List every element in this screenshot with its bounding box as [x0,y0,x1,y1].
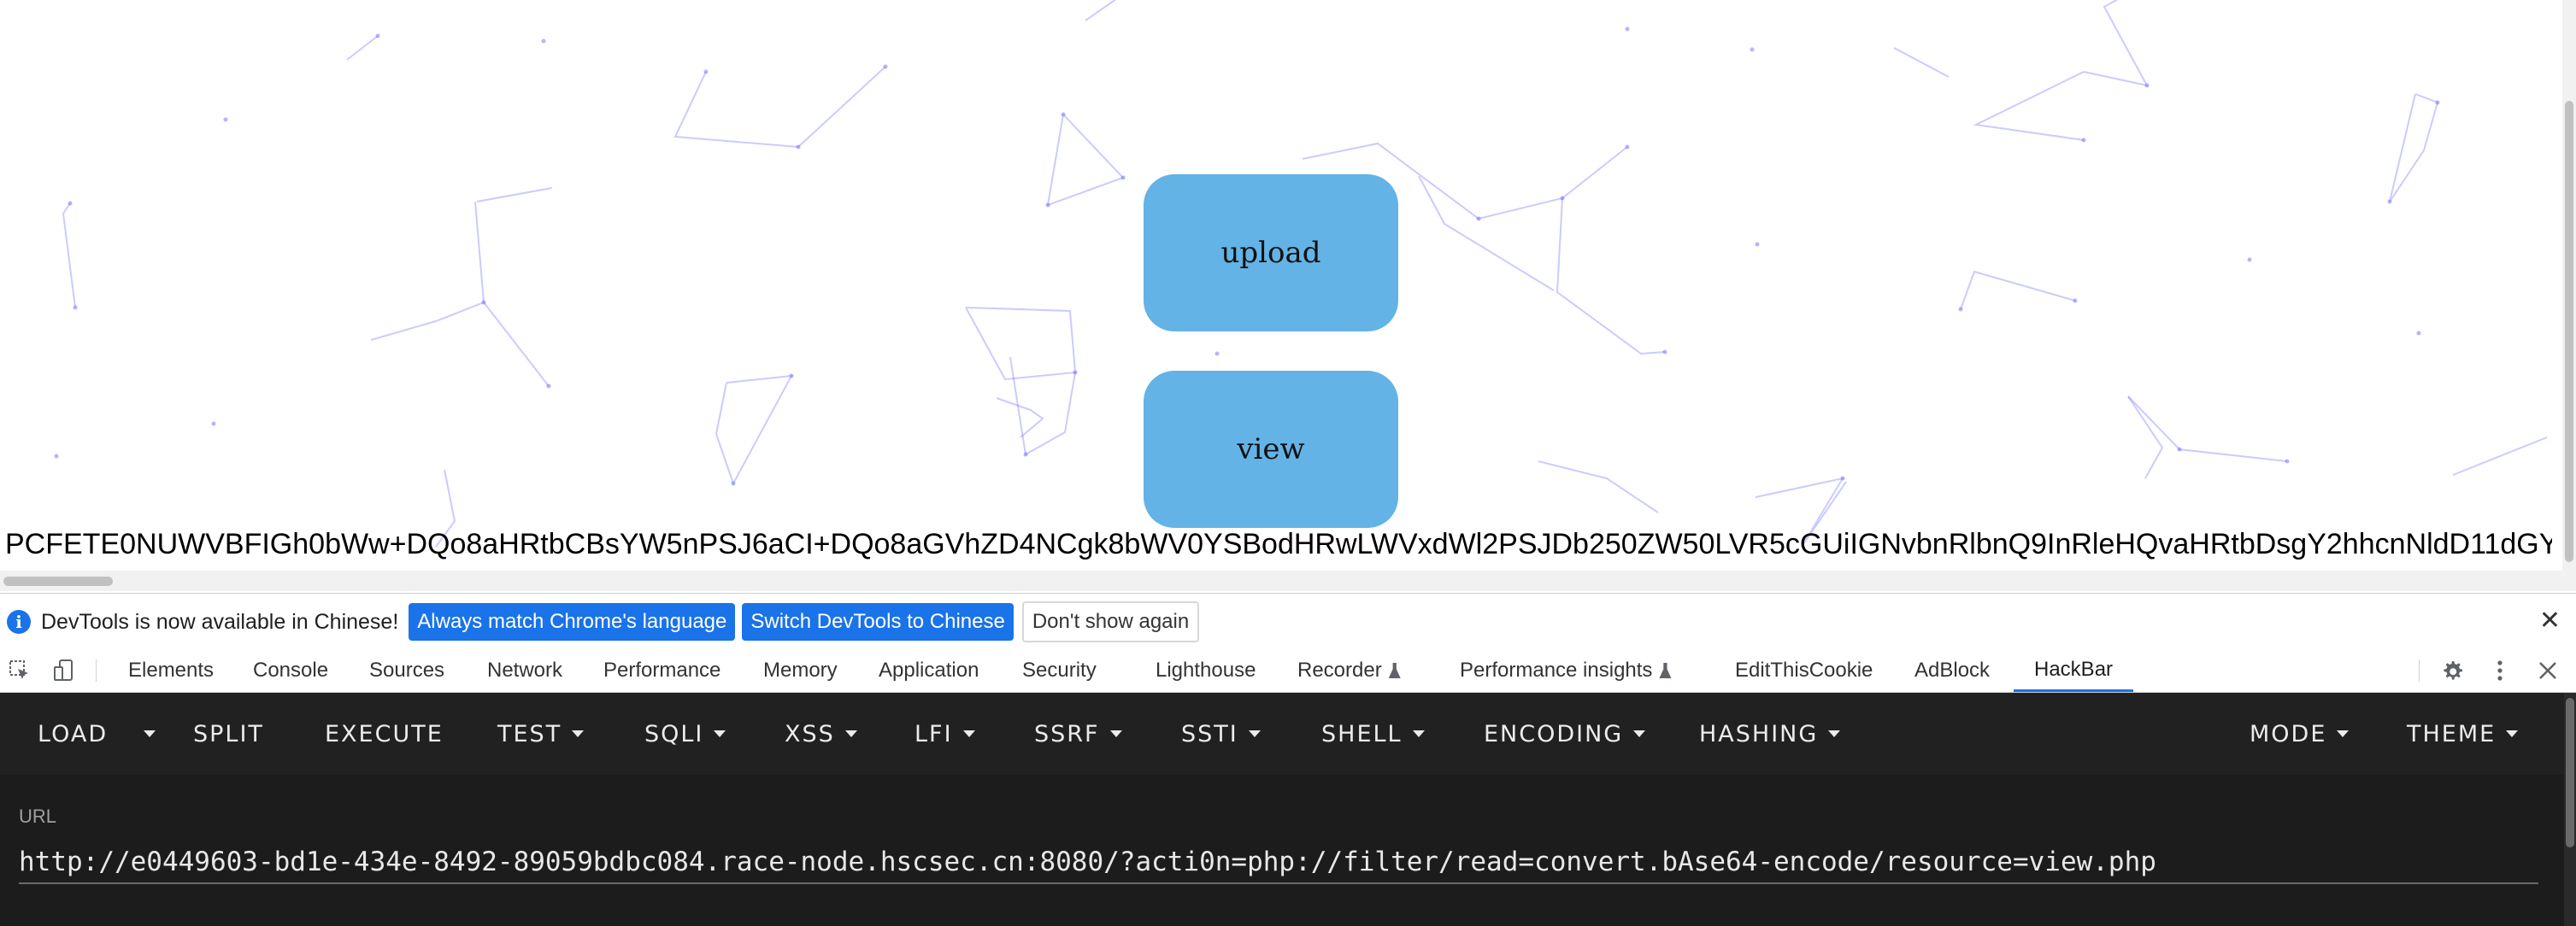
load-dropdown-toggle[interactable] [137,693,156,775]
caret-down-icon [1828,730,1841,737]
sqli-menu[interactable]: SQLI [644,693,726,775]
tab-memory[interactable]: Memory [763,649,838,692]
vertical-scrollbar[interactable] [2562,0,2576,591]
caret-down-icon [1633,730,1646,737]
execute-button[interactable]: EXECUTE [325,693,444,775]
vertical-scrollbar-thumb[interactable] [2565,101,2573,562]
caret-down-icon [844,730,857,737]
caret-down-icon [962,730,975,737]
horizontal-scrollbar-thumb[interactable] [3,577,113,586]
upload-button[interactable]: upload [1144,174,1398,331]
toolbar-divider [2419,659,2420,682]
tab-lighthouse[interactable]: Lighthouse [1156,649,1256,692]
test-menu-label: TEST [497,720,562,747]
gear-icon[interactable] [2441,659,2463,682]
infobar-message: DevTools is now available in Chinese! [41,609,399,634]
tab-recorder[interactable]: Recorder [1297,649,1401,692]
encoding-menu[interactable]: ENCODING [1484,693,1646,775]
device-toolbar-icon[interactable] [53,659,75,682]
ssrf-menu[interactable]: SSRF [1034,693,1122,775]
url-input[interactable]: http://e0449603-bd1e-434e-8492-89059bdbc… [19,847,2156,877]
caret-down-icon [144,730,156,737]
shell-menu-label: SHELL [1321,720,1403,747]
test-menu[interactable]: TEST [497,693,585,775]
devtools-language-infobar: i DevTools is now available in Chinese! … [0,593,2576,651]
lfi-menu[interactable]: LFI [915,693,975,775]
lfi-menu-label: LFI [915,720,953,747]
hackbar-toolbar: LOAD SPLIT EXECUTE TEST SQLI XSS LFI SSR… [0,693,2564,775]
caret-down-icon [714,730,726,737]
split-button[interactable]: SPLIT [193,693,264,775]
theme-menu[interactable]: THEME [2407,693,2519,775]
load-button[interactable]: LOAD [38,693,108,775]
hackbar-vertical-scrollbar[interactable] [2564,693,2576,926]
inspect-element-icon[interactable] [9,659,31,682]
tab-recorder-label: Recorder [1297,659,1382,682]
tab-performance-insights-label: Performance insights [1460,659,1653,682]
switch-to-chinese-button[interactable]: Switch DevTools to Chinese [742,603,1014,641]
tab-sources[interactable]: Sources [369,649,444,692]
hackbar-url-panel: URL http://e0449603-bd1e-434e-8492-89059… [0,775,2564,926]
mode-menu-label: MODE [2250,720,2327,747]
caret-down-icon [1412,730,1425,737]
tab-elements[interactable]: Elements [128,649,214,692]
xss-menu-label: XSS [785,720,835,747]
tab-console[interactable]: Console [253,649,328,692]
tab-hackbar[interactable]: HackBar [2014,649,2134,692]
url-input-underline [19,882,2538,884]
tab-application[interactable]: Application [879,649,979,692]
encoding-menu-label: ENCODING [1484,720,1624,747]
caret-down-icon [572,730,585,737]
base64-output-text: PCFETE0NUWVBFIGh0bWw+DQo8aHRtbCBsYW5nPSJ… [5,528,2552,560]
mode-menu[interactable]: MODE [2250,693,2350,775]
url-field-label: URL [19,806,57,827]
hashing-menu-label: HASHING [1699,720,1819,747]
tab-security[interactable]: Security [1022,649,1097,692]
always-match-language-button[interactable]: Always match Chrome's language [409,603,736,641]
info-icon: i [7,610,31,634]
ssti-menu-label: SSTI [1181,720,1238,747]
ssrf-menu-label: SSRF [1034,720,1100,747]
tab-adblock[interactable]: AdBlock [1914,649,1990,692]
view-button[interactable]: view [1144,371,1398,528]
caret-down-icon [2337,730,2350,737]
tab-editthiscookie[interactable]: EditThisCookie [1735,649,1873,692]
caret-down-icon [2506,730,2519,737]
sqli-menu-label: SQLI [644,720,704,747]
theme-menu-label: THEME [2407,720,2497,747]
dont-show-again-button[interactable]: Don't show again [1021,601,1200,642]
toolbar-divider [96,659,97,682]
close-devtools-icon[interactable] [2537,659,2559,682]
experimental-flask-icon [1388,663,1401,678]
tab-network[interactable]: Network [487,649,562,692]
devtools-tab-bar: Elements Console Sources Network Perform… [0,649,2576,693]
caret-down-icon [1248,730,1261,737]
ssti-menu[interactable]: SSTI [1181,693,1261,775]
xss-menu[interactable]: XSS [785,693,857,775]
caret-down-icon [1109,730,1122,737]
hackbar-scrollbar-thumb[interactable] [2566,698,2574,847]
hashing-menu[interactable]: HASHING [1699,693,1841,775]
experimental-flask-icon [1659,663,1672,678]
close-icon[interactable]: ✕ [2539,606,2561,636]
horizontal-scrollbar[interactable] [0,571,2564,591]
page-viewport: upload view PCFETE0NUWVBFIGh0bWw+DQo8aHR… [0,0,2576,591]
tab-performance-insights[interactable]: Performance insights [1460,649,1672,692]
tab-performance[interactable]: Performance [603,649,720,692]
shell-menu[interactable]: SHELL [1321,693,1425,775]
more-options-icon[interactable] [2489,659,2511,682]
